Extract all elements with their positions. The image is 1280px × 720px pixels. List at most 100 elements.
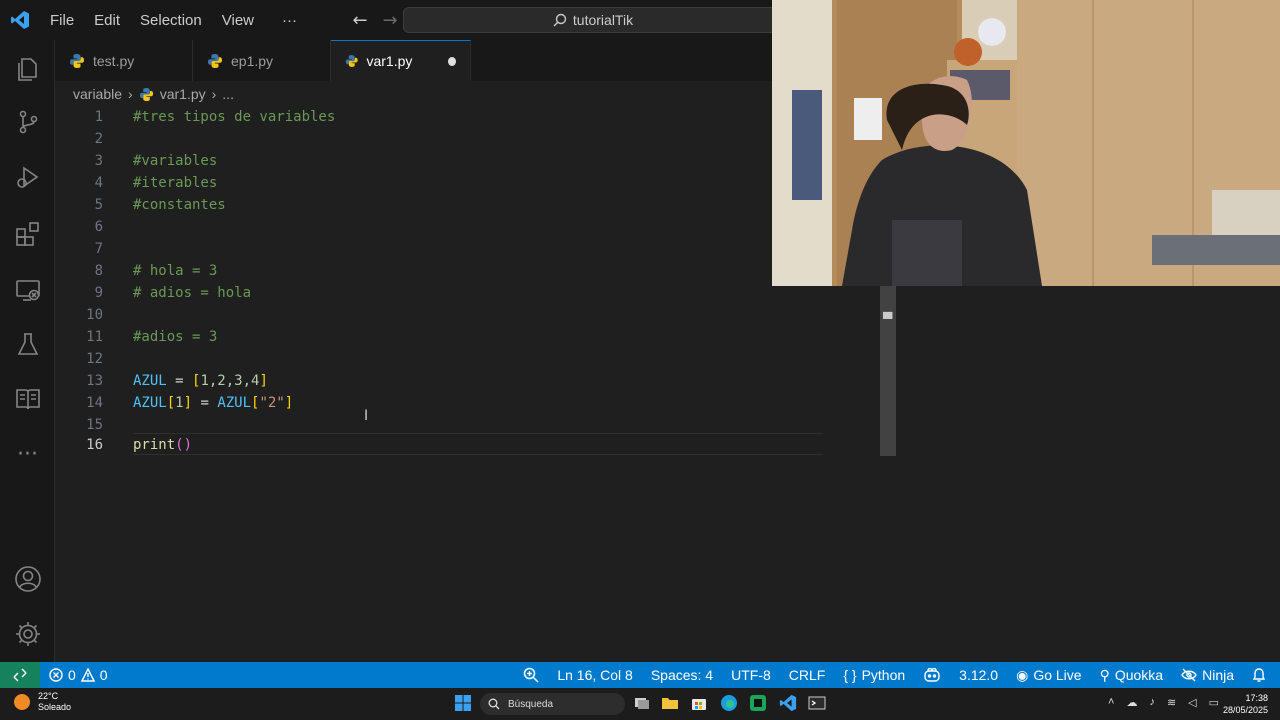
code-text: #constantes: [133, 197, 226, 213]
windows-start-icon[interactable]: [454, 694, 474, 714]
source-control-icon[interactable]: [0, 98, 55, 146]
menu-view[interactable]: View: [212, 0, 264, 40]
warning-count: 0: [99, 667, 108, 683]
explorer-icon[interactable]: [0, 44, 55, 92]
go-live-button[interactable]: ◉ Go Live: [1007, 662, 1090, 688]
clock[interactable]: 17:38 28/05/2025: [1222, 692, 1268, 716]
file-explorer-icon[interactable]: [661, 694, 681, 714]
taskbar-search[interactable]: Búsqueda: [480, 693, 625, 715]
system-tray: ˄ ☁ ♪ ≋ ◁ ▭: [1108, 696, 1219, 709]
testing-icon[interactable]: [0, 320, 55, 368]
code-token: print: [133, 437, 176, 453]
account-icon[interactable]: [0, 555, 55, 603]
book-icon[interactable]: [0, 375, 55, 423]
empty-panel: [896, 286, 1280, 662]
breadcrumb: variable › var1.py › ...: [73, 83, 234, 105]
tab-label: test.py: [93, 52, 135, 69]
go-live-label: Go Live: [1033, 667, 1082, 683]
code-token: AZUL: [133, 395, 167, 411]
quokka-button[interactable]: ⚲ Quokka: [1091, 662, 1173, 688]
vscode-taskbar-icon[interactable]: [779, 694, 799, 714]
cloud-icon[interactable]: ☁: [1126, 696, 1137, 709]
remote-explorer-icon[interactable]: [0, 266, 55, 314]
python-icon: [70, 53, 84, 68]
problems-indicator[interactable]: 0 0: [40, 662, 117, 688]
menu-edit[interactable]: Edit: [84, 0, 130, 40]
breadcrumb-file[interactable]: var1.py: [160, 86, 206, 102]
zoom-icon[interactable]: [514, 662, 548, 688]
copilot-icon[interactable]: [914, 662, 950, 688]
line-number: 16: [86, 437, 103, 453]
code-line: 5 #constantes: [55, 194, 825, 216]
breadcrumb-folder[interactable]: variable: [73, 86, 122, 102]
windows-taskbar: 22°C Soleado Búsqueda ˄ ☁ ♪ ≋ ◁ ▭ 17:38 …: [0, 688, 1280, 720]
command-center[interactable]: tutorialTik: [403, 7, 783, 33]
code-text: #adios = 3: [133, 329, 218, 345]
battery-icon[interactable]: ▭: [1209, 696, 1219, 709]
tab-label: var1.py: [366, 53, 413, 69]
menu-selection[interactable]: Selection: [130, 0, 212, 40]
line-number: 9: [94, 285, 103, 301]
code-editor[interactable]: 1 #tres tipos de variables 2 3 #variables …: [55, 105, 880, 662]
chevron-up-icon[interactable]: ˄: [1108, 696, 1114, 709]
terminal-icon[interactable]: [808, 694, 828, 714]
sun-icon: [14, 694, 30, 710]
weather-widget[interactable]: 22°C Soleado: [12, 691, 71, 713]
language-mode[interactable]: { } Python: [834, 662, 914, 688]
app-icon[interactable]: [749, 694, 769, 714]
text-cursor-icon: I: [364, 408, 369, 424]
line-number: 10: [86, 307, 103, 323]
python-icon: [345, 55, 358, 67]
microphone-icon[interactable]: ♪: [1149, 696, 1155, 709]
cursor-position[interactable]: Ln 16, Col 8: [548, 662, 642, 688]
menu-file[interactable]: File: [40, 0, 84, 40]
indentation[interactable]: Spaces: 4: [642, 662, 722, 688]
date: 28/05/2025: [1222, 705, 1268, 715]
line-number: 4: [94, 175, 103, 191]
line-number: 5: [94, 197, 103, 213]
code-line: 10: [55, 304, 825, 326]
code-line: 3 #variables: [55, 150, 825, 172]
line-number: 12: [86, 351, 103, 367]
line-number: 6: [94, 219, 103, 235]
more-views-icon[interactable]: ···: [0, 430, 55, 478]
line-number: 3: [94, 153, 103, 169]
code-token: "2": [259, 395, 285, 411]
settings-gear-icon[interactable]: [0, 610, 55, 658]
code-token: 1,2,3,4: [200, 373, 260, 389]
back-arrow-icon[interactable]: ←: [345, 0, 375, 40]
code-text: print(): [133, 437, 192, 453]
broadcast-icon: ◉: [1016, 666, 1029, 683]
menu-more[interactable]: ···: [272, 0, 307, 40]
tab-test-py[interactable]: test.py: [55, 40, 193, 81]
code-line: 7: [55, 238, 825, 260]
ninja-button[interactable]: Ninja: [1172, 662, 1243, 688]
notifications-bell-icon[interactable]: [1243, 662, 1280, 688]
code-token: ]: [284, 395, 294, 411]
tab-ep1-py[interactable]: ep1.py: [193, 40, 331, 81]
task-view-icon[interactable]: [633, 694, 653, 714]
tab-var1-py[interactable]: var1.py: [331, 40, 471, 81]
error-count: 0: [68, 667, 76, 683]
extensions-icon[interactable]: [0, 210, 55, 258]
forward-arrow-icon[interactable]: →: [375, 0, 405, 40]
speaker-icon[interactable]: ◁: [1188, 696, 1196, 709]
wifi-icon[interactable]: ≋: [1167, 696, 1176, 709]
warning-icon: [80, 668, 95, 682]
store-icon[interactable]: [690, 694, 710, 714]
code-line: 15: [55, 414, 825, 436]
python-icon: [139, 87, 153, 101]
vscode-logo-icon[interactable]: [0, 0, 40, 40]
python-version[interactable]: 3.12.0: [950, 662, 1007, 688]
encoding[interactable]: UTF-8: [722, 662, 780, 688]
unsaved-dot-icon[interactable]: [448, 56, 456, 66]
breadcrumb-more[interactable]: ...: [222, 86, 234, 102]
code-line: 13 AZUL = [1,2,3,4]: [55, 370, 825, 392]
run-debug-icon[interactable]: [0, 153, 55, 201]
edge-browser-icon[interactable]: [720, 694, 740, 714]
code-token: =: [166, 373, 193, 389]
code-token: AZUL: [133, 373, 167, 389]
code-text: #tres tipos de variables: [133, 109, 336, 125]
remote-indicator-icon[interactable]: [0, 662, 40, 688]
line-ending[interactable]: CRLF: [780, 662, 835, 688]
